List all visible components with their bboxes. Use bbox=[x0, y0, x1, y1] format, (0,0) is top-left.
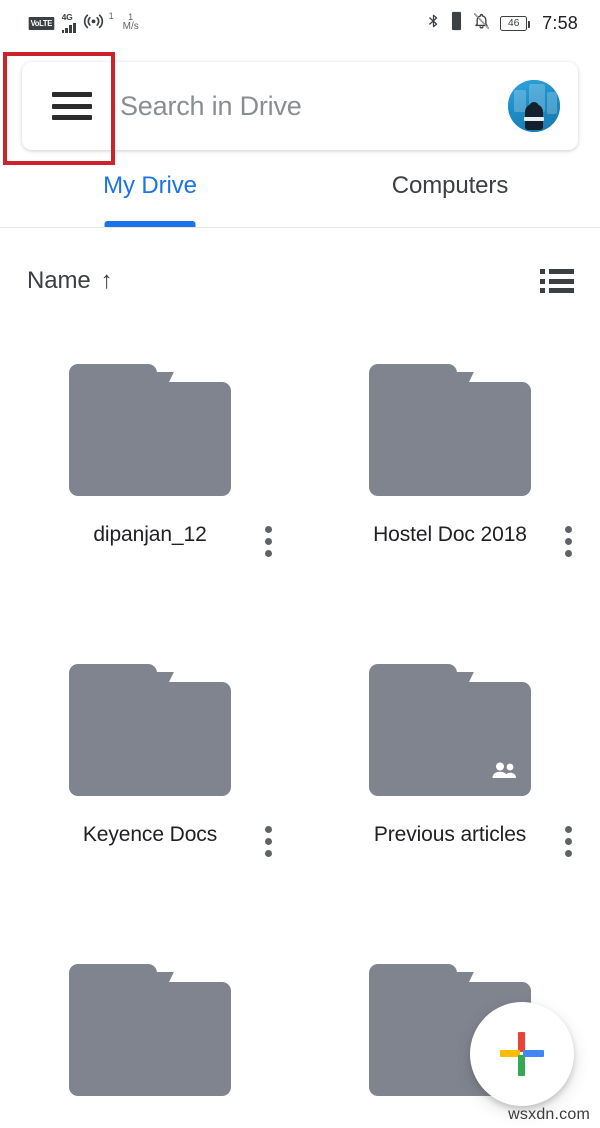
tab-my-drive[interactable]: My Drive bbox=[0, 162, 300, 227]
hotspot-icon bbox=[83, 10, 104, 36]
tab-my-drive-label: My Drive bbox=[103, 172, 197, 199]
file-item[interactable] bbox=[0, 912, 300, 1128]
search-bar-container: Search in Drive bbox=[22, 62, 578, 150]
file-name: dipanjan_12 bbox=[93, 523, 207, 546]
signal-bars bbox=[61, 22, 76, 33]
bell-mute-icon bbox=[472, 11, 491, 36]
sort-ascending-arrow-icon: ↑ bbox=[100, 267, 113, 294]
file-label-row: Keyence Docs bbox=[0, 822, 300, 857]
status-bar-right: 46 7:58 bbox=[426, 11, 578, 36]
drive-app-screen: VoLTE 4G 1 1 M/s 46 7:58 Search in Drive… bbox=[0, 0, 600, 1128]
folder-icon bbox=[369, 664, 531, 796]
file-label-row: dipanjan_12 bbox=[0, 522, 300, 557]
folder-icon bbox=[69, 364, 231, 496]
drive-tabs: My Drive Computers bbox=[0, 162, 600, 228]
folder-icon bbox=[69, 664, 231, 796]
kebab-menu-icon[interactable] bbox=[265, 526, 272, 557]
data-speed-indicator: 1 M/s bbox=[122, 12, 139, 33]
search-bar[interactable]: Search in Drive bbox=[22, 62, 578, 150]
folder-icon bbox=[369, 364, 531, 496]
tab-computers-label: Computers bbox=[391, 172, 509, 199]
status-bar-left: VoLTE 4G 1 1 M/s bbox=[28, 10, 139, 36]
volte-icon: VoLTE bbox=[28, 16, 54, 30]
status-bar-clock: 7:58 bbox=[542, 12, 578, 33]
file-item[interactable]: dipanjan_12 bbox=[0, 312, 300, 612]
cellular-signal-icon: 4G bbox=[61, 13, 76, 33]
hotspot-count: 1 bbox=[108, 11, 114, 21]
vibrate-icon bbox=[450, 11, 463, 36]
kebab-menu-icon[interactable] bbox=[565, 526, 572, 557]
file-label-row: Hostel Doc 2018 bbox=[300, 522, 600, 557]
file-item[interactable]: Previous articles bbox=[300, 612, 600, 912]
watermark: wsxdn.com bbox=[508, 1106, 590, 1123]
create-new-button[interactable] bbox=[470, 1002, 574, 1106]
search-input[interactable]: Search in Drive bbox=[120, 91, 508, 122]
hamburger-menu-icon[interactable] bbox=[52, 92, 92, 120]
file-name: Hostel Doc 2018 bbox=[373, 523, 527, 546]
file-name: Keyence Docs bbox=[82, 823, 218, 846]
tab-computers[interactable]: Computers bbox=[300, 162, 600, 227]
list-view-icon[interactable] bbox=[540, 269, 574, 293]
file-item[interactable]: Hostel Doc 2018 bbox=[300, 312, 600, 612]
bluetooth-icon bbox=[426, 11, 441, 36]
shared-people-icon bbox=[491, 761, 517, 780]
kebab-menu-icon[interactable] bbox=[565, 826, 572, 857]
kebab-menu-icon[interactable] bbox=[265, 826, 272, 857]
file-name: Previous articles bbox=[373, 823, 527, 846]
status-bar: VoLTE 4G 1 1 M/s 46 7:58 bbox=[0, 0, 600, 46]
file-item[interactable]: Keyence Docs bbox=[0, 612, 300, 912]
avatar[interactable] bbox=[508, 80, 560, 132]
sort-and-view-row: Name ↑ bbox=[0, 252, 600, 310]
file-label-row: Previous articles bbox=[300, 822, 600, 857]
folder-icon bbox=[69, 964, 231, 1096]
sort-by-name-button[interactable]: Name ↑ bbox=[27, 267, 113, 295]
google-plus-icon bbox=[499, 1031, 545, 1077]
battery-indicator: 46 bbox=[500, 15, 531, 31]
sort-label: Name bbox=[27, 267, 91, 294]
